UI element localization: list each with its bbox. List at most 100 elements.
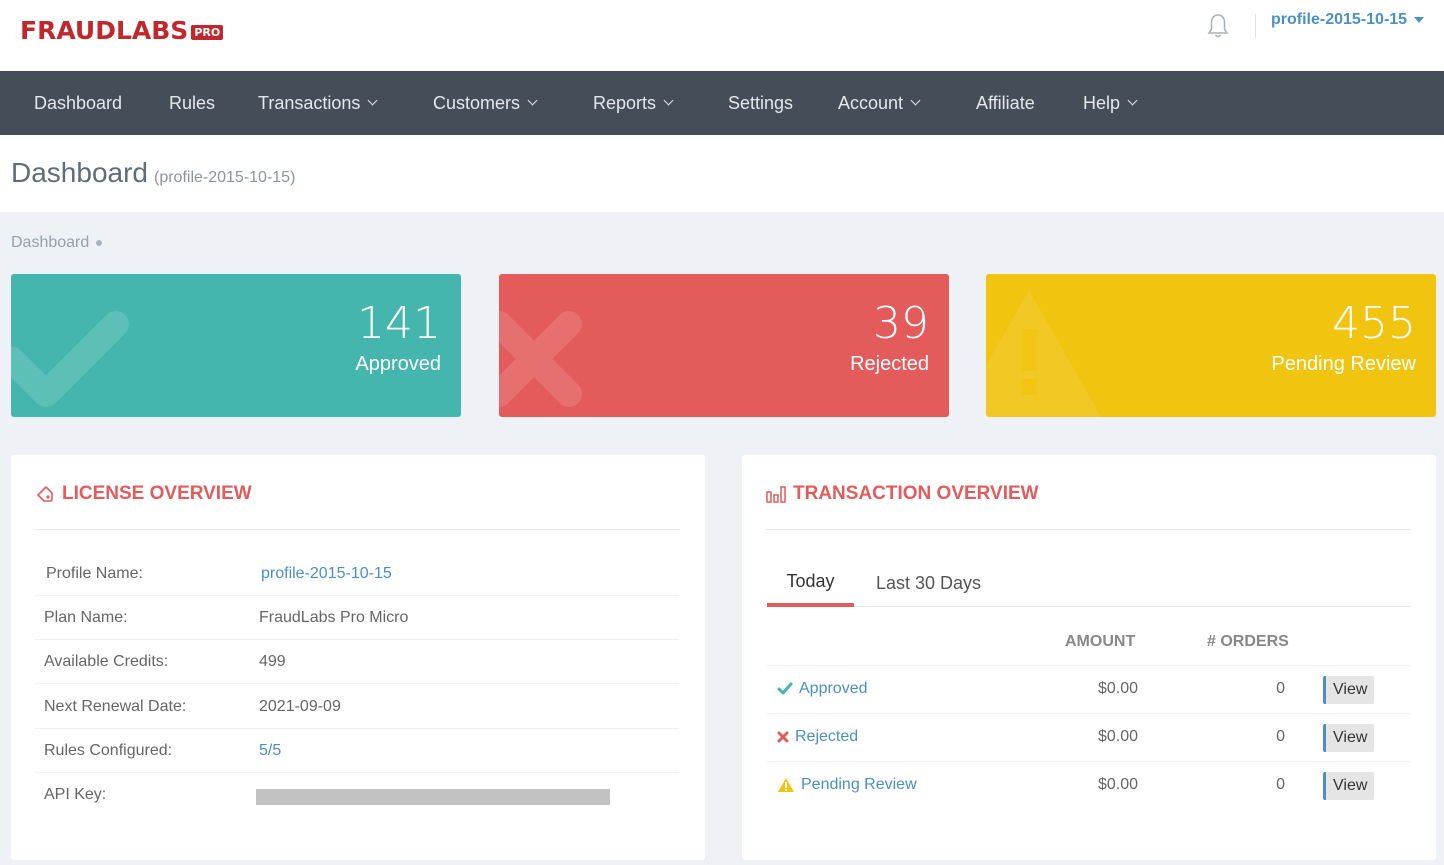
x-icon (777, 731, 789, 743)
pending-label: Pending Review (1271, 353, 1416, 375)
license-row-label: API Key: (44, 786, 107, 803)
page-title-text: Dashboard (11, 157, 148, 188)
view-button[interactable]: View (1323, 772, 1375, 800)
header-divider (1255, 14, 1256, 38)
nav-label: Dashboard (34, 92, 123, 113)
approved-count: 141 (357, 298, 441, 349)
license-row-api-key: API Key: (35, 773, 679, 817)
chevron-down-icon (527, 95, 538, 106)
orders-value: 0 (1276, 776, 1285, 793)
check-icon (777, 682, 793, 695)
amount-value: $0.00 (1097, 728, 1138, 745)
orders-value: 0 (1276, 728, 1285, 745)
table-row: Pending Review $0.00 0 View (767, 761, 1411, 809)
pending-tile[interactable]: 455 Pending Review (986, 274, 1436, 417)
warning-icon (778, 778, 794, 792)
caret-down-icon (1414, 17, 1425, 23)
pending-count: 455 (1332, 298, 1416, 349)
transaction-overview-header: TRANSACTION OVERVIEW (766, 483, 1039, 505)
license-row-renewal: Next Renewal Date: 2021-09-09 (35, 685, 679, 729)
orders-value: 0 (1276, 680, 1285, 697)
nav-rules[interactable]: Rules (169, 71, 215, 135)
nav-label: Rules (169, 92, 216, 113)
nav-reports[interactable]: Reports (593, 71, 674, 135)
logo-text: FRAUDLABS (20, 16, 189, 45)
nav-help[interactable]: Help (1083, 71, 1138, 135)
nav-dashboard[interactable]: Dashboard (34, 71, 122, 135)
tag-icon (37, 486, 53, 502)
check-icon (11, 311, 129, 407)
page-title: Dashboard (profile-2015-10-15) (11, 157, 295, 189)
tab-label: Today (786, 570, 835, 591)
api-key-redacted (256, 789, 610, 805)
chevron-down-icon (663, 95, 674, 106)
amount-value: $0.00 (1097, 680, 1138, 697)
breadcrumb-item[interactable]: Dashboard (11, 234, 89, 252)
nav-customers[interactable]: Customers (433, 71, 538, 135)
fraudlabs-pro-logo[interactable]: FRAUDLABS PRO (20, 16, 224, 45)
logo-badge: PRO (191, 25, 224, 40)
license-overview-panel: LICENSE OVERVIEW Profile Name: profile-2… (11, 455, 705, 860)
license-row-label: Next Renewal Date: (44, 697, 187, 715)
license-row-label: Rules Configured: (44, 741, 173, 759)
chevron-down-icon (910, 95, 921, 106)
nav-label: Reports (593, 92, 657, 113)
license-row-profile: Profile Name: profile-2015-10-15 (35, 552, 679, 596)
nav-account[interactable]: Account (838, 71, 921, 135)
table-row: Approved $0.00 0 View (767, 665, 1411, 713)
view-button[interactable]: View (1323, 724, 1375, 752)
top-header: FRAUDLABS PRO profile-2015-10-15 (0, 0, 1444, 71)
view-button[interactable]: View (1323, 676, 1375, 704)
period-tabs: Today Last 30 Days (767, 559, 1411, 607)
amount-value: $0.00 (1097, 776, 1138, 793)
table-row: Rejected $0.00 0 View (767, 713, 1411, 761)
nav-label: Customers (433, 92, 521, 113)
approved-label: Approved (355, 353, 441, 375)
divider (766, 529, 1411, 530)
approved-tile[interactable]: 141 Approved (11, 274, 461, 417)
nav-label: Account (838, 92, 904, 113)
status-label: Approved (799, 680, 868, 697)
profile-dropdown-label: profile-2015-10-15 (1271, 11, 1408, 28)
chevron-down-icon (1127, 95, 1138, 106)
rejected-label: Rejected (850, 353, 929, 375)
page-title-bar: Dashboard (profile-2015-10-15) (0, 135, 1444, 212)
nav-affiliate[interactable]: Affiliate (976, 71, 1035, 135)
column-header-amount: AMOUNT (1065, 633, 1136, 650)
rejected-count: 39 (873, 298, 929, 349)
warning-icon (986, 290, 1101, 417)
tab-last-30-days[interactable]: Last 30 Days (876, 559, 981, 607)
bar-chart-icon (766, 486, 786, 503)
chevron-down-icon (367, 95, 378, 106)
column-header-orders: # ORDERS (1207, 633, 1289, 650)
license-row-plan: Plan Name: FraudLabs Pro Micro (35, 596, 679, 640)
profile-dropdown[interactable]: profile-2015-10-15 (1271, 11, 1425, 29)
bell-icon[interactable] (1206, 12, 1230, 40)
approved-link[interactable]: Approved (777, 680, 868, 698)
profile-name-link[interactable]: profile-2015-10-15 (261, 565, 392, 583)
rejected-link[interactable]: Rejected (777, 728, 858, 746)
nav-label: Transactions (258, 92, 361, 113)
nav-label: Help (1083, 92, 1121, 113)
nav-settings[interactable]: Settings (728, 71, 793, 135)
pending-review-link[interactable]: Pending Review (777, 776, 917, 794)
status-label: Pending Review (801, 776, 917, 793)
tab-today[interactable]: Today (767, 559, 854, 607)
transaction-overview-title: TRANSACTION OVERVIEW (793, 483, 1039, 504)
rejected-tile[interactable]: 39 Rejected (499, 274, 949, 417)
license-row-credits: Available Credits: 499 (35, 640, 679, 684)
x-icon (499, 311, 582, 407)
rules-configured-link[interactable]: 5/5 (259, 742, 281, 760)
license-row-value: FraudLabs Pro Micro (259, 608, 409, 626)
nav-label: Settings (728, 92, 794, 113)
license-overview-header: LICENSE OVERVIEW (35, 483, 252, 505)
license-overview-title: LICENSE OVERVIEW (62, 483, 252, 504)
main-nav: Dashboard Rules Transactions Customers R… (0, 71, 1444, 135)
nav-label: Affiliate (976, 92, 1035, 113)
license-row-value: 499 (259, 652, 286, 670)
license-row-label: Available Credits: (44, 652, 169, 670)
license-row-value: 2021-09-09 (259, 697, 341, 715)
divider (35, 529, 680, 530)
nav-transactions[interactable]: Transactions (258, 71, 378, 135)
breadcrumb-dot (96, 240, 103, 246)
